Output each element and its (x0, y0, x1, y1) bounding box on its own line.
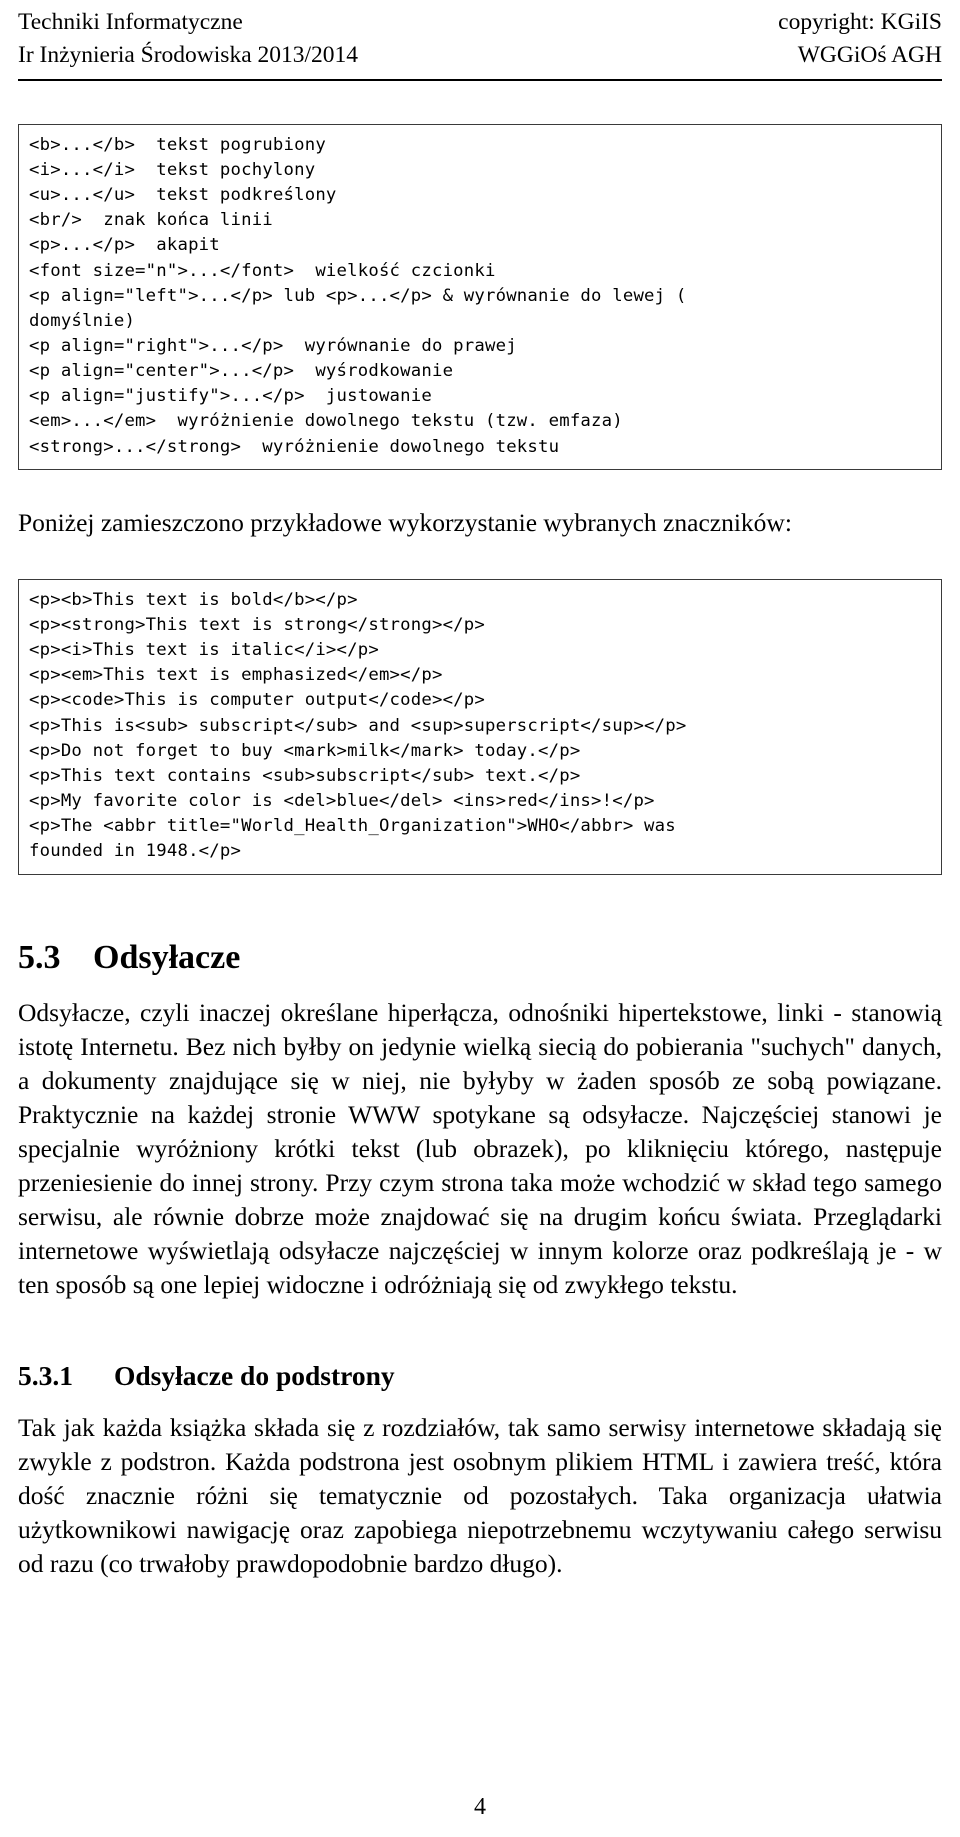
code-line: <p>The <abbr title="World_Health_Organiz… (29, 816, 676, 837)
code-line: <em>...</em> wyróżnienie dowolnego tekst… (29, 411, 623, 432)
code-line: <p align="right">...</p> wyrównanie do p… (29, 335, 517, 356)
header-left-line-2: Ir Inżynieria Środowiska 2013/2014 (18, 42, 359, 69)
code-line: <p>This is<sub> subscript</sub> and <sup… (29, 715, 687, 736)
code-line: <strong>...</strong> wyróżnienie dowolne… (29, 436, 560, 457)
tag-reference-code-box: <b>...</b> tekst pogrubiony <i>...</i> t… (18, 123, 942, 470)
running-header-left: Techniki Informatyczne Ir Inżynieria Śro… (18, 6, 358, 73)
code-line: <p><em>This text is emphasized</em></p> (29, 665, 443, 686)
code-line: <u>...</u> tekst podkreślony (29, 185, 337, 206)
header-right-line-1: copyright: KGiIS (778, 9, 942, 35)
section-body-paragraph: Odsyłacze, czyli inaczej określane hiper… (18, 997, 942, 1299)
subsection-heading: 5.3.1 Odsyłacze do podstrony (18, 1360, 942, 1392)
running-header-right: copyright: KGiIS WGGiOś AGH (778, 6, 942, 73)
code-line-continuation: domyślnie) (29, 310, 136, 331)
code-line: <p>My favorite color is <del>blue</del> … (29, 791, 655, 812)
code-line: <font size="n">...</font> wielkość czcio… (29, 260, 496, 281)
code-line: <p><strong>This text is strong</strong><… (29, 614, 485, 635)
code-line: <br/> znak końca linii (29, 210, 273, 231)
intro-paragraph: Poniżej zamieszczono przykładowe wykorzy… (18, 507, 792, 537)
example-code-box: <p><b>This text is bold</b></p> <p><stro… (18, 578, 942, 875)
subsection-title: Odsyłacze do podstrony (114, 1359, 395, 1391)
section-title: Odsyłacze (93, 938, 241, 976)
running-header: Techniki Informatyczne Ir Inżynieria Śro… (18, 0, 942, 73)
code-line-continuation: founded in 1948.</p> (29, 841, 242, 862)
code-line: <p><i>This text is italic</i></p> (29, 640, 379, 661)
code-line: <p>This text contains <sub>subscript</su… (29, 765, 581, 786)
header-right-line-2: WGGiOś AGH (797, 42, 942, 69)
section-number: 5.3 (18, 938, 61, 976)
code-line: <i>...</i> tekst pochylony (29, 159, 316, 180)
code-line: <p><code>This is computer output</code><… (29, 690, 485, 711)
code-line: <b>...</b> tekst pogrubiony (29, 134, 326, 155)
code-line: <p><b>This text is bold</b></p> (29, 589, 358, 610)
code-line: <p>Do not forget to buy <mark>milk</mark… (29, 740, 581, 761)
code-line: <p>...</p> akapit (29, 235, 220, 256)
subsection-number: 5.3.1 (18, 1359, 73, 1391)
page-number: 4 (474, 1794, 486, 1820)
code-line: <p align="left">...</p> lub <p>...</p> &… (29, 285, 687, 306)
document-page: Techniki Informatyczne Ir Inżynieria Śro… (0, 0, 960, 1837)
header-left-line-1: Techniki Informatyczne (18, 9, 243, 35)
header-rule (18, 78, 942, 81)
subsection-body-paragraph: Tak jak każda książka składa się z rozdz… (18, 1412, 942, 1578)
code-line: <p align="justify">...</p> justowanie (29, 386, 432, 407)
section-heading: 5.3 Odsyłacze (18, 939, 942, 977)
code-line: <p align="center">...</p> wyśrodkowanie (29, 361, 454, 382)
